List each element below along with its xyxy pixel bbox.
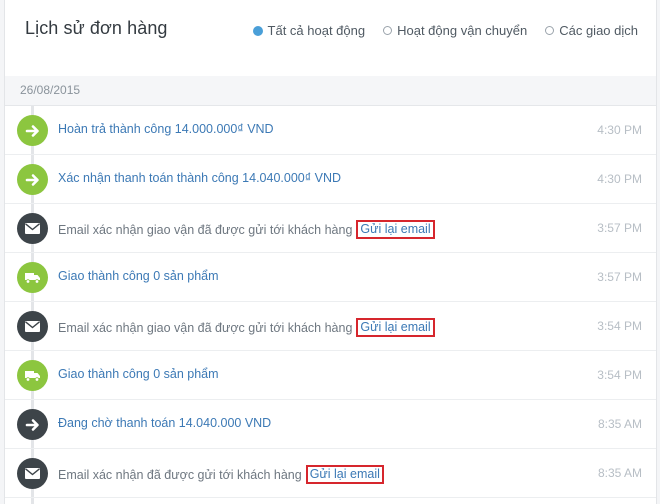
activity-row: Xác nhận thanh toán thành công 14.040.00… bbox=[5, 155, 656, 204]
activity-description: Đang chờ thanh toán 14.040.000 VND bbox=[58, 416, 272, 430]
activity-description: Giao thành công 0 sản phẩm bbox=[58, 367, 219, 381]
activity-description: Email xác nhận giao vận đã được gửi tới … bbox=[58, 222, 353, 237]
arrow-right-icon bbox=[17, 409, 48, 440]
activity-row: Đang chờ thanh toán 14.040.000 VND 8:35 A… bbox=[5, 400, 656, 449]
activity-time: 4:30 PM bbox=[597, 123, 642, 137]
activity-row: Email xác nhận giao vận đã được gửi tới … bbox=[5, 204, 656, 253]
filter-transactions[interactable]: Các giao dịch bbox=[545, 23, 638, 38]
activity-text: Email xác nhận đã được gửi tới khách hàn… bbox=[58, 465, 384, 484]
activity-time: 8:35 AM bbox=[597, 466, 642, 480]
activity-row: Email xác nhận đã được gửi tới khách hàn… bbox=[5, 449, 656, 498]
order-history-card: Lịch sử đơn hàng Tất cả hoạt động Hoạt đ… bbox=[4, 0, 657, 504]
activity-time: 3:57 PM bbox=[597, 270, 642, 284]
activity-row: Email xác nhận giao vận đã được gửi tới … bbox=[5, 302, 656, 351]
filter-label: Các giao dịch bbox=[559, 23, 638, 38]
resend-email-link[interactable]: Gửi lại email bbox=[356, 318, 435, 337]
card-header: Lịch sử đơn hàng Tất cả hoạt động Hoạt đ… bbox=[5, 0, 656, 76]
envelope-icon bbox=[17, 213, 48, 244]
arrow-right-icon bbox=[17, 164, 48, 195]
activity-text: Giao thành công 0 sản phẩm bbox=[58, 367, 219, 381]
date-group-header: 26/08/2015 bbox=[5, 76, 656, 106]
activity-row: Hoàn trả thành công 14.000.000₫ VND 4:30 … bbox=[5, 106, 656, 155]
activity-row: Giao thành công 0 sản phẩm 3:57 PM bbox=[5, 253, 656, 302]
activity-text: Đang chờ thanh toán 14.040.000 VND bbox=[58, 416, 271, 430]
filter-all-activities[interactable]: Tất cả hoạt động bbox=[252, 23, 366, 38]
activity-description: Email xác nhận giao vận đã được gửi tới … bbox=[58, 320, 353, 335]
page-title: Lịch sử đơn hàng bbox=[25, 18, 168, 38]
activity-time: 3:57 PM bbox=[597, 221, 642, 235]
envelope-icon bbox=[17, 458, 48, 489]
activity-text: Giao thành công 0 sản phẩm bbox=[58, 269, 219, 283]
date-label: 26/08/2015 bbox=[20, 83, 81, 97]
truck-icon bbox=[17, 360, 48, 391]
activity-text: Hoàn trả thành công 14.000.000₫ VND bbox=[58, 122, 274, 136]
activity-description: Email xác nhận đã được gửi tới khách hàn… bbox=[58, 467, 302, 482]
radio-selected-icon[interactable] bbox=[252, 25, 263, 36]
activity-description: Hoàn trả thành công 14.000.000₫ VND bbox=[58, 122, 274, 136]
activity-time: 4:30 PM bbox=[597, 172, 642, 186]
envelope-icon bbox=[17, 311, 48, 342]
activity-description: Giao thành công 0 sản phẩm bbox=[58, 269, 219, 283]
radio-icon[interactable] bbox=[383, 26, 393, 35]
activity-time: 3:54 PM bbox=[597, 319, 642, 333]
filter-shipping-activities[interactable]: Hoạt động vận chuyển bbox=[383, 23, 527, 38]
arrow-right-icon bbox=[17, 115, 48, 146]
activity-text: Email xác nhận giao vận đã được gửi tới … bbox=[58, 220, 435, 239]
activity-text: Xác nhận thanh toán thành công 14.040.00… bbox=[58, 171, 341, 185]
filter-label: Hoạt động vận chuyển bbox=[397, 23, 528, 38]
activity-text: Email xác nhận giao vận đã được gửi tới … bbox=[58, 318, 435, 337]
activity-row: Giao thành công 0 sản phẩm 3:54 PM bbox=[5, 351, 656, 400]
resend-email-link[interactable]: Gửi lại email bbox=[356, 220, 435, 239]
filter-label: Tất cả hoạt động bbox=[267, 23, 366, 38]
activity-description: Xác nhận thanh toán thành công 14.040.00… bbox=[58, 171, 342, 185]
activity-time: 8:35 AM bbox=[597, 417, 642, 431]
resend-email-link[interactable]: Gửi lại email bbox=[305, 465, 384, 484]
radio-icon[interactable] bbox=[545, 26, 555, 35]
activity-time: 3:54 PM bbox=[597, 368, 642, 382]
activity-filter-group: Tất cả hoạt động Hoạt động vận chuyển Cá… bbox=[252, 23, 638, 38]
truck-icon bbox=[17, 262, 48, 293]
